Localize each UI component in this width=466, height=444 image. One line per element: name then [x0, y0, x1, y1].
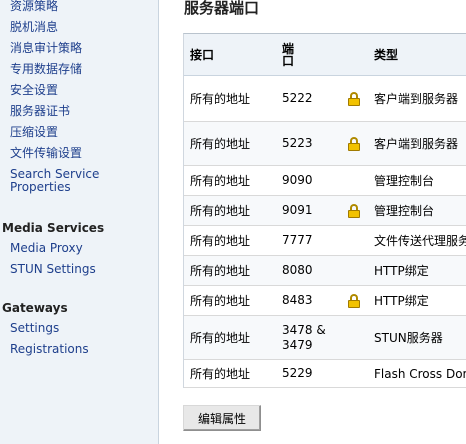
sidebar-item-search-service-properties[interactable]: Search Service Properties	[10, 164, 150, 194]
sidebar-item-media-proxy[interactable]: Media Proxy	[10, 238, 96, 259]
table-row: 所有的地址 8483 HTTP绑定	[184, 286, 466, 316]
table-header: 接口 端口 类型	[184, 34, 466, 76]
lock-icon	[348, 76, 360, 121]
row-interface: 所有的地址	[190, 174, 251, 188]
header-port: 端口	[282, 41, 295, 68]
table-row: 所有的地址 9091 管理控制台	[184, 196, 466, 226]
row-port: 9091	[282, 203, 313, 217]
row-type: 客户端到服务器	[374, 92, 459, 106]
sidebar-item-offline-messages[interactable]: 脱机消息	[10, 17, 150, 38]
edit-properties-button[interactable]: 编辑属性	[183, 405, 261, 431]
row-type: 管理控制台	[374, 204, 435, 218]
row-interface: 所有的地址	[190, 294, 251, 308]
gateways-nav: Settings Registrations	[10, 318, 89, 360]
page-title: 服务器端口	[184, 0, 260, 17]
section-title-media-services: Media Services	[2, 221, 105, 235]
table-row: 所有的地址 8080 HTTP绑定	[184, 256, 466, 286]
sidebar-item-stun-settings[interactable]: STUN Settings	[10, 259, 96, 280]
sidebar-item-server-certificates[interactable]: 服务器证书	[10, 101, 150, 122]
table-row: 所有的地址 5223 客户端到服务器	[184, 122, 466, 166]
row-interface: 所有的地址	[190, 331, 251, 345]
server-ports-table: 接口 端口 类型 所有的地址 5222 客户端到服务器 所有的地址 5223 客…	[183, 33, 466, 388]
row-type: HTTP绑定	[374, 294, 429, 308]
sidebar: 资源策略 脱机消息 消息审计策略 专用数据存储 安全设置 服务器证书 压缩设置 …	[0, 0, 159, 444]
row-interface: 所有的地址	[190, 204, 251, 218]
sidebar-item-gateway-settings[interactable]: Settings	[10, 318, 89, 339]
row-type: Flash Cross Domain	[374, 366, 466, 381]
table-row: 所有的地址 7777 文件传送代理服务	[184, 226, 466, 256]
row-port: 7777	[282, 233, 313, 247]
row-port: 5222	[282, 91, 313, 105]
row-type: 管理控制台	[374, 174, 435, 188]
row-type: HTTP绑定	[374, 264, 429, 278]
sidebar-item-compression-settings[interactable]: 压缩设置	[10, 122, 150, 143]
sidebar-item-file-transfer-settings[interactable]: 文件传输设置	[10, 143, 150, 164]
row-type: 文件传送代理服务	[374, 234, 466, 248]
section-title-gateways: Gateways	[2, 301, 68, 315]
row-interface: 所有的地址	[190, 264, 251, 278]
lock-icon	[348, 196, 360, 225]
row-interface: 所有的地址	[190, 234, 251, 248]
lock-icon	[348, 122, 360, 165]
row-port: 8483	[282, 293, 313, 307]
media-services-nav: Media Proxy STUN Settings	[10, 238, 96, 280]
table-row: 所有的地址 5229 Flash Cross Domain	[184, 360, 466, 388]
sidebar-item-resource-policy[interactable]: 资源策略	[10, 0, 150, 17]
row-type: STUN服务器	[374, 331, 443, 345]
row-interface: 所有的地址	[190, 137, 251, 151]
row-port: 5223	[282, 136, 313, 150]
row-port: 8080	[282, 263, 313, 277]
sidebar-item-message-audit-policy[interactable]: 消息审计策略	[10, 38, 150, 59]
row-type: 客户端到服务器	[374, 137, 459, 151]
header-interface: 接口	[190, 48, 215, 62]
sidebar-item-registrations[interactable]: Registrations	[10, 339, 89, 360]
row-port: 3478 & 3479	[282, 322, 326, 352]
table-row: 所有的地址 3478 & 3479 STUN服务器	[184, 316, 466, 360]
server-settings-nav: 资源策略 脱机消息 消息审计策略 专用数据存储 安全设置 服务器证书 压缩设置 …	[10, 0, 150, 194]
table-row: 所有的地址 5222 客户端到服务器	[184, 76, 466, 122]
table-row: 所有的地址 9090 管理控制台	[184, 166, 466, 196]
row-port: 9090	[282, 173, 313, 187]
row-interface: 所有的地址	[190, 92, 251, 106]
sidebar-item-private-data-storage[interactable]: 专用数据存储	[10, 59, 150, 80]
main-content: 服务器端口 接口 端口 类型 所有的地址 5222 客户端到服务器 所有的地址 …	[159, 0, 466, 444]
lock-icon	[348, 286, 360, 315]
sidebar-item-security-settings[interactable]: 安全设置	[10, 80, 150, 101]
row-interface: 所有的地址	[190, 367, 251, 381]
header-type: 类型	[374, 48, 399, 62]
row-port: 5229	[282, 366, 313, 380]
